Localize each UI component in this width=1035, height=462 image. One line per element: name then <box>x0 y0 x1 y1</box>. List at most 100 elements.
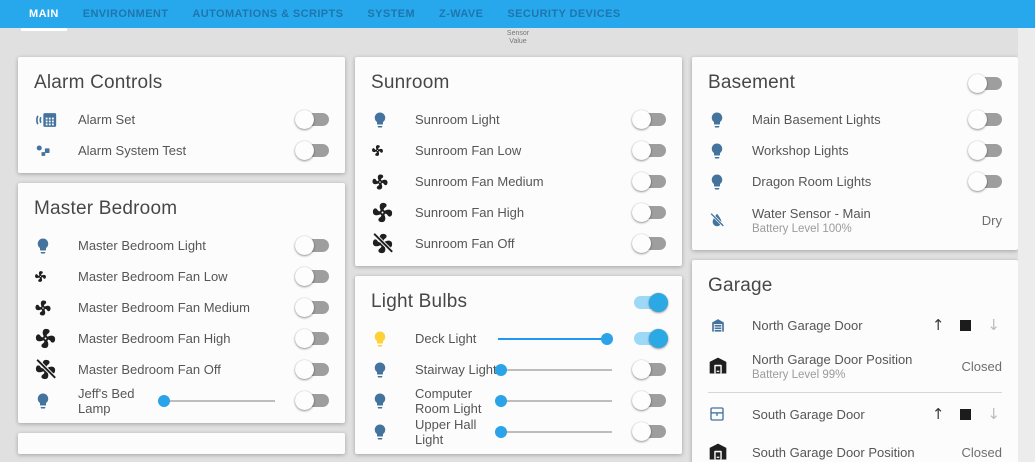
toggle-switch[interactable] <box>632 234 666 253</box>
toggle-switch[interactable] <box>632 141 666 160</box>
tab-main[interactable]: MAIN <box>19 0 69 31</box>
brightness-slider[interactable] <box>495 425 612 438</box>
fan-off-icon <box>371 232 394 255</box>
entity-name: Main Basement Lights <box>752 112 881 127</box>
slider-thumb[interactable] <box>495 394 508 407</box>
brightness-slider[interactable] <box>498 332 614 345</box>
divider <box>708 392 1002 393</box>
slider-thumb[interactable] <box>158 394 171 407</box>
entity-row-alarm-set: Alarm Set <box>18 104 345 135</box>
card-basement: Basement Main Basement Lights Workshop L… <box>692 57 1018 250</box>
cover-open-button[interactable]: ↑ <box>932 317 945 333</box>
entity-name: North Garage Door <box>752 317 863 333</box>
entity-row-master-bedroom-fan-medium: Master Bedroom Fan Medium <box>18 292 345 323</box>
entity-row-master-bedroom-fan-high: Master Bedroom Fan High <box>18 323 345 354</box>
toggle-switch[interactable] <box>968 110 1002 129</box>
tab-automations-scripts[interactable]: AUTOMATIONS & SCRIPTS <box>182 0 353 28</box>
slider-thumb[interactable] <box>495 425 508 438</box>
fan-off-icon <box>34 358 57 381</box>
entity-name: Alarm System Test <box>78 143 187 158</box>
tab-environment[interactable]: ENVIRONMENT <box>73 0 179 28</box>
lightbulb-icon <box>34 392 52 410</box>
entity-row-sunroom-fan-off: Sunroom Fan Off <box>355 228 682 259</box>
entity-name: Jeff's Bed Lamp <box>78 385 135 416</box>
entity-row-upper-hall-light: Upper Hall Light <box>355 416 682 447</box>
tab-security-devices[interactable]: SECURITY DEVICES <box>497 0 630 28</box>
toggle-switch[interactable] <box>632 360 666 379</box>
toggle-switch[interactable] <box>295 110 329 129</box>
card-title: Basement <box>708 72 796 93</box>
entity-row-sunroom-fan-high: Sunroom Fan High <box>355 197 682 228</box>
cover-close-button[interactable]: ↓ <box>987 406 1000 422</box>
column-2: Sunroom Sunroom Light Sunroom Fan Low Su… <box>355 57 682 454</box>
entity-row-deck-light: Deck Light <box>355 323 682 354</box>
entity-name: Sunroom Fan Low <box>415 143 522 158</box>
brightness-slider[interactable] <box>158 394 275 407</box>
toggle-switch[interactable] <box>295 329 329 348</box>
entity-row-sunroom-fan-low: Sunroom Fan Low <box>355 135 682 166</box>
entity-row-master-bedroom-fan-off: Master Bedroom Fan Off <box>18 354 345 385</box>
toggle-switch[interactable] <box>634 329 668 348</box>
lightbulb-icon <box>371 361 389 379</box>
card-title: Master Bedroom <box>34 198 178 219</box>
toggle-switch[interactable] <box>295 267 329 286</box>
entity-row-master-bedroom-light: Master Bedroom Light <box>18 230 345 261</box>
entity-name: Stairway Light <box>415 362 497 377</box>
cover-open-button[interactable]: ↑ <box>932 406 945 422</box>
card-cutoff <box>18 433 345 454</box>
toggle-switch[interactable] <box>295 141 329 160</box>
toggle-switch[interactable] <box>295 360 329 379</box>
entity-row-alarm-system-test: Alarm System Test <box>18 135 345 166</box>
brightness-slider[interactable] <box>495 363 612 376</box>
toggle-switch[interactable] <box>968 141 1002 160</box>
toggle-switch[interactable] <box>632 110 666 129</box>
entity-name: Master Bedroom Fan Low <box>78 269 228 284</box>
top-nav-bar: MAIN ENVIRONMENT AUTOMATIONS & SCRIPTS S… <box>0 0 1035 31</box>
cover-stop-button[interactable] <box>960 319 972 331</box>
slider-thumb[interactable] <box>601 332 614 345</box>
entity-name: South Garage Door Position <box>752 444 915 460</box>
sensor-state-value: Dry <box>981 212 1002 228</box>
group-toggle-switch[interactable] <box>968 73 1002 93</box>
fan-icon <box>371 201 394 224</box>
fan-icon <box>34 327 57 350</box>
toggle-switch[interactable] <box>295 236 329 255</box>
entity-name: South Garage Door <box>752 406 865 422</box>
brightness-slider[interactable] <box>495 394 612 407</box>
card-title: Alarm Controls <box>34 72 163 93</box>
card-sunroom: Sunroom Sunroom Light Sunroom Fan Low Su… <box>355 57 682 266</box>
lightbulb-icon <box>708 173 726 191</box>
toggle-switch[interactable] <box>632 172 666 191</box>
card-title: Light Bulbs <box>371 291 468 312</box>
cover-stop-button[interactable] <box>960 408 972 420</box>
toggle-switch[interactable] <box>632 203 666 222</box>
alarm-keypad-icon <box>34 109 60 131</box>
entity-row-main-basement-lights: Main Basement Lights <box>692 104 1018 135</box>
entity-row-north-garage-door-position: North Garage Door Position Battery Level… <box>692 343 1018 389</box>
lightbulb-icon <box>34 237 52 255</box>
toggle-switch[interactable] <box>632 391 666 410</box>
entity-row-south-garage-door-position: South Garage Door Position Closed <box>692 432 1018 462</box>
card-title: Sunroom <box>371 72 450 93</box>
tab-zwave[interactable]: Z-WAVE <box>429 0 493 28</box>
toggle-switch[interactable] <box>295 298 329 317</box>
cover-close-button[interactable]: ↓ <box>987 317 1000 333</box>
entity-row-dragon-room-lights: Dragon Room Lights <box>692 166 1018 197</box>
toggle-switch[interactable] <box>632 422 666 441</box>
group-toggle-switch[interactable] <box>634 292 668 312</box>
toggle-switch[interactable] <box>295 391 329 410</box>
slider-thumb[interactable] <box>495 363 508 376</box>
column-3: Basement Main Basement Lights Workshop L… <box>692 57 1018 462</box>
entity-name: Sunroom Fan Off <box>415 236 515 251</box>
garage-icon <box>708 315 728 335</box>
sensor-value-column-header: Sensor Value <box>506 30 530 45</box>
entity-row-workshop-lights: Workshop Lights <box>692 135 1018 166</box>
entity-name: Upper Hall Light <box>415 416 477 447</box>
lightbulb-icon <box>708 142 726 160</box>
dashboard-content: Alarm Controls Alarm Set Alarm System Te… <box>0 28 1035 462</box>
toggle-switch[interactable] <box>968 172 1002 191</box>
entity-name: Sunroom Fan High <box>415 205 525 220</box>
entity-name: Deck Light <box>415 331 477 346</box>
tab-system[interactable]: SYSTEM <box>357 0 425 28</box>
entity-name: Water Sensor - Main <box>752 205 871 221</box>
